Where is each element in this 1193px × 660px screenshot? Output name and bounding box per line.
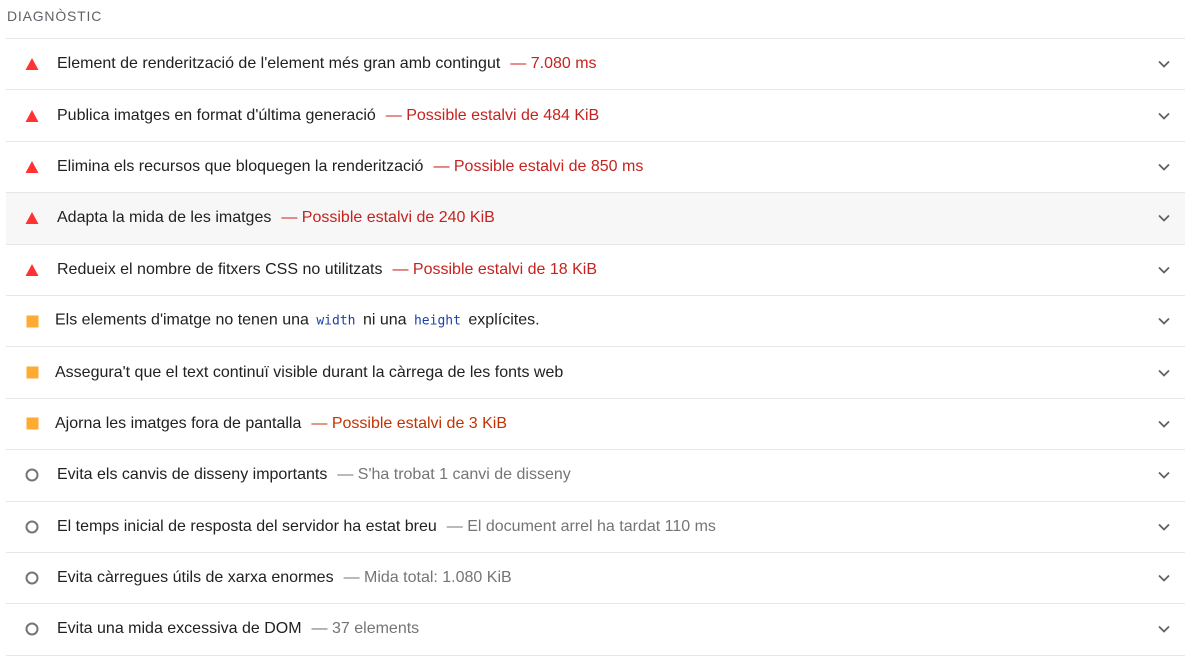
audit-text: Ajorna les imatges fora de pantalla — Pos… — [55, 414, 507, 434]
red-triangle-icon — [24, 262, 40, 278]
audit-title: Element de renderització de l'element mé… — [57, 55, 501, 73]
grey-circle-icon — [24, 519, 40, 535]
red-triangle-icon — [24, 56, 40, 72]
audit-detail: — Possible estalvi de 18 KiB — [392, 260, 598, 278]
red-triangle-icon — [24, 159, 40, 175]
audit-row-lcp[interactable]: Element de renderització de l'element mé… — [6, 39, 1185, 91]
audit-title: Ajorna les imatges fora de pantalla — [55, 414, 302, 432]
audit-row-unsized-images[interactable]: Els elements d'imatge no tenen una width… — [6, 295, 1185, 348]
chevron-down-icon[interactable] — [1157, 622, 1171, 636]
audit-detail: — 7.080 ms — [510, 55, 597, 73]
audit-text: Element de renderització de l'element mé… — [57, 54, 597, 74]
chevron-down-icon[interactable] — [1157, 520, 1171, 534]
audit-title: Evita càrregues útils de xarxa enormes — [57, 569, 334, 587]
chevron-down-icon[interactable] — [1157, 211, 1171, 225]
audit-title: El temps inicial de resposta del servido… — [57, 517, 437, 535]
audit-detail: — Possible estalvi de 484 KiB — [385, 106, 600, 124]
orange-square-icon — [24, 365, 40, 381]
audit-row-responsive-images[interactable]: Adapta la mida de les imatges — Possible … — [6, 193, 1185, 245]
chevron-down-icon[interactable] — [1157, 263, 1171, 277]
audit-text: Evita una mida excessiva de DOM — 37 elem… — [57, 619, 419, 639]
chevron-down-icon[interactable] — [1157, 571, 1171, 585]
chevron-down-icon[interactable] — [1157, 57, 1171, 71]
red-triangle-icon — [24, 210, 40, 226]
grey-circle-icon — [24, 621, 40, 637]
audit-text: Evita càrregues útils de xarxa enormes — … — [57, 568, 512, 588]
code-width: width — [316, 313, 356, 329]
audit-row-font-display[interactable]: Assegura't que el text continuï visible … — [6, 347, 1185, 399]
chevron-down-icon[interactable] — [1157, 160, 1171, 174]
audit-detail: — Mida total: 1.080 KiB — [343, 569, 512, 587]
orange-square-icon — [24, 313, 40, 329]
chevron-down-icon[interactable] — [1157, 314, 1171, 328]
audit-text: Adapta la mida de les imatges — Possible … — [57, 208, 495, 228]
audit-title: Evita una mida excessiva de DOM — [57, 620, 302, 638]
audit-title: Elimina els recursos que bloquegen la re… — [57, 157, 424, 175]
audit-title-part: explícites. — [468, 311, 540, 329]
audit-title: Evita els canvis de disseny importants — [57, 466, 328, 484]
audit-row-network-payloads[interactable]: Evita càrregues útils de xarxa enormes — … — [6, 552, 1185, 605]
chevron-down-icon[interactable] — [1157, 468, 1171, 482]
chevron-down-icon[interactable] — [1157, 109, 1171, 123]
grey-circle-icon — [24, 467, 40, 483]
audit-row-modern-image-formats[interactable]: Publica imatges en format d'última gener… — [6, 90, 1185, 142]
audit-detail: — Possible estalvi de 3 KiB — [311, 414, 508, 432]
audit-list: Element de renderització de l'element mé… — [6, 38, 1185, 656]
audit-row-unused-css[interactable]: Redueix el nombre de fitxers CSS no util… — [6, 244, 1185, 296]
diagnostics-section: DIAGNÒSTIC Element de renderització de l… — [0, 0, 1193, 660]
audit-row-dom-size[interactable]: Evita una mida excessiva de DOM — 37 elem… — [6, 604, 1185, 656]
audit-text: Els elements d'imatge no tenen una width… — [55, 311, 540, 332]
audit-row-render-blocking[interactable]: Elimina els recursos que bloquegen la re… — [6, 141, 1185, 194]
audit-detail: — Possible estalvi de 850 ms — [433, 157, 644, 175]
audit-title: Redueix el nombre de fitxers CSS no util… — [57, 260, 383, 278]
section-title: DIAGNÒSTIC — [7, 8, 103, 24]
audit-title-part: ni una — [362, 311, 407, 329]
audit-text: Evita els canvis de disseny importants — … — [57, 465, 571, 485]
audit-text: Elimina els recursos que bloquegen la re… — [57, 157, 643, 177]
chevron-down-icon[interactable] — [1157, 417, 1171, 431]
audit-row-server-response[interactable]: El temps inicial de resposta del servido… — [6, 501, 1185, 553]
audit-text: Publica imatges en format d'última gener… — [57, 106, 599, 126]
chevron-down-icon[interactable] — [1157, 366, 1171, 380]
code-height: height — [413, 313, 461, 329]
grey-circle-icon — [24, 570, 40, 586]
audit-text: Assegura't que el text continuï visible … — [55, 363, 563, 383]
audit-detail: — Possible estalvi de 240 KiB — [281, 209, 495, 227]
audit-detail: — El document arrel ha tardat 110 ms — [446, 517, 716, 535]
audit-detail: — 37 elements — [311, 620, 420, 638]
red-triangle-icon — [24, 108, 40, 124]
audit-row-layout-shifts[interactable]: Evita els canvis de disseny importants — … — [6, 450, 1185, 502]
audit-text: El temps inicial de resposta del servido… — [57, 517, 716, 537]
audit-title-part: Els elements d'imatge no tenen una — [55, 311, 309, 329]
audit-title: Publica imatges en format d'última gener… — [57, 106, 376, 124]
audit-title: Assegura't que el text continuï visible … — [55, 363, 564, 381]
orange-square-icon — [24, 416, 40, 432]
audit-detail: — S'ha trobat 1 canvi de disseny — [337, 466, 571, 484]
audit-text: Redueix el nombre de fitxers CSS no util… — [57, 260, 597, 280]
audit-row-offscreen-images[interactable]: Ajorna les imatges fora de pantalla — Pos… — [6, 398, 1185, 451]
audit-title: Adapta la mida de les imatges — [57, 209, 272, 227]
